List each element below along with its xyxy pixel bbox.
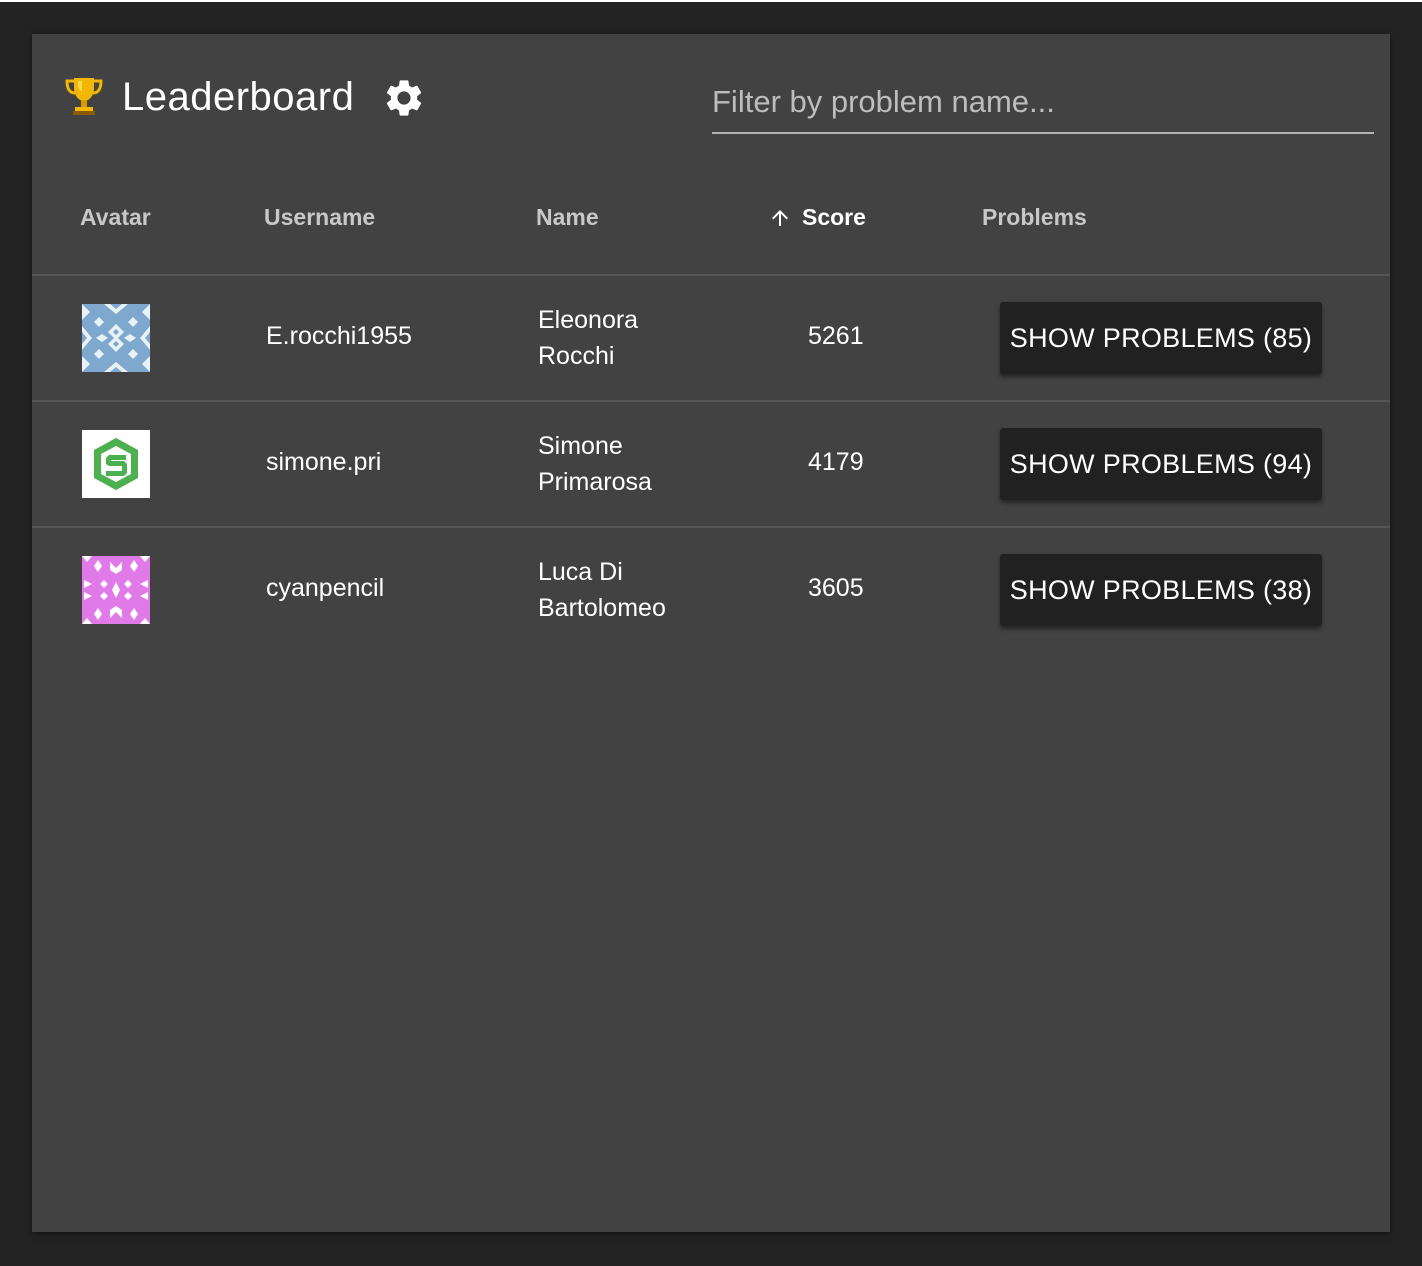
show-problems-button[interactable]: SHOW PROBLEMS (38) <box>1000 554 1322 626</box>
avatar-green-s-logo-icon <box>82 430 150 498</box>
table-row: cyanpencil Luca Di Bartolomeo 3605 SHOW … <box>32 528 1390 652</box>
score: 4179 <box>808 448 864 476</box>
gear-icon[interactable] <box>382 76 426 120</box>
username: E.rocchi1955 <box>266 322 412 350</box>
page-title: Leaderboard <box>122 75 355 119</box>
column-header-name[interactable]: Name <box>536 204 599 231</box>
table-header: Avatar Username Name Score Problems <box>32 164 1390 276</box>
column-header-score-label: Score <box>802 204 866 230</box>
username: cyanpencil <box>266 574 385 602</box>
full-name: Simone Primarosa <box>538 432 652 496</box>
leaderboard-table: Avatar Username Name Score Problems E.ro… <box>32 164 1390 652</box>
filter-field <box>712 80 1374 134</box>
score: 3605 <box>808 574 864 602</box>
column-header-avatar: Avatar <box>80 204 151 230</box>
avatar-identicon-magenta-icon <box>82 556 150 624</box>
sort-arrow-up-icon <box>772 209 788 226</box>
full-name: Luca Di Bartolomeo <box>538 558 666 622</box>
leaderboard-header: Leaderboard <box>32 34 1390 164</box>
username: simone.pri <box>266 448 382 476</box>
window-top-edge <box>0 0 1422 2</box>
column-header-problems: Problems <box>982 204 1087 230</box>
filter-input[interactable] <box>712 80 1374 124</box>
table-row: simone.pri Simone Primarosa 4179 SHOW PR… <box>32 402 1390 528</box>
show-problems-button[interactable]: SHOW PROBLEMS (94) <box>1000 428 1322 500</box>
full-name: Eleonora Rocchi <box>538 306 639 370</box>
column-header-username[interactable]: Username <box>264 204 375 231</box>
show-problems-button[interactable]: SHOW PROBLEMS (85) <box>1000 302 1322 374</box>
column-header-score[interactable]: Score <box>768 204 866 231</box>
avatar-identicon-blue-icon <box>82 304 150 372</box>
table-row: E.rocchi1955 Eleonora Rocchi 5261 SHOW P… <box>32 276 1390 402</box>
trophy-icon <box>65 78 103 115</box>
leaderboard-panel: Leaderboard Avatar Username Name Score P… <box>32 34 1390 1232</box>
score: 5261 <box>808 322 864 350</box>
